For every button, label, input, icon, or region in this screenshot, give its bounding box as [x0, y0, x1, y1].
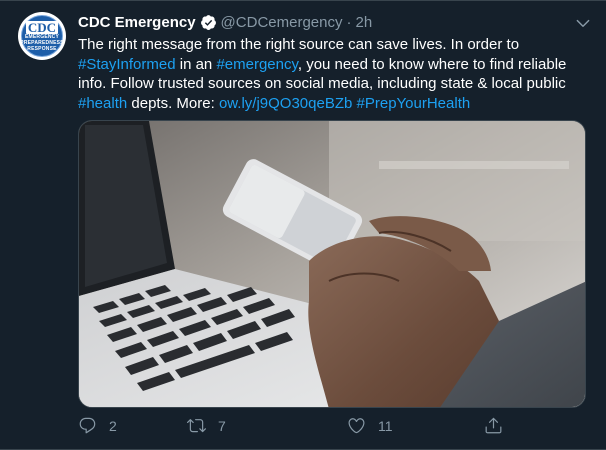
top-divider [0, 0, 606, 1]
timestamp[interactable]: 2h [355, 14, 372, 31]
chevron-down-icon[interactable] [574, 14, 592, 32]
like-count: 11 [378, 417, 393, 434]
retweet-button[interactable]: 7 [187, 416, 226, 435]
retweet-icon [187, 419, 206, 433]
hashtag-health[interactable]: #health [78, 95, 127, 112]
heart-icon [348, 418, 365, 434]
tweet-text-part: The right message from the right source … [78, 36, 520, 53]
verified-badge-icon [200, 14, 216, 30]
cdc-logo: CDC EMERGENCY PREPAREDNESS RESPONSE [20, 15, 64, 57]
tweet-text: The right message from the right source … [78, 35, 588, 113]
reply-count: 2 [109, 417, 117, 434]
share-icon [485, 417, 502, 434]
avatar[interactable]: CDC EMERGENCY PREPAREDNESS RESPONSE [18, 12, 66, 60]
like-button[interactable]: 11 [347, 416, 393, 435]
tweet-text-part: depts. More: [127, 94, 219, 112]
retweet-count: 7 [218, 417, 226, 434]
display-name[interactable]: CDC Emergency [78, 14, 196, 31]
photo-laptop-and-phone [79, 121, 585, 407]
reply-icon [79, 417, 96, 434]
handle[interactable]: @CDCemergency [221, 14, 343, 31]
share-button[interactable] [484, 416, 503, 435]
hashtag-prepyourhealth[interactable]: #PrepYourHealth [357, 95, 471, 112]
hashtag-emergency[interactable]: #emergency [216, 56, 297, 73]
avatar-line-3: RESPONSE [27, 45, 57, 52]
short-link[interactable]: ow.ly/j9QO30qeBZb [219, 95, 352, 112]
avatar-logo-text: CDC [25, 19, 59, 35]
tweet-text-part: in an [175, 55, 217, 73]
reply-button[interactable]: 2 [78, 416, 117, 435]
hashtag-stayinformed[interactable]: #StayInformed [78, 56, 176, 73]
tweet-actions: 2 7 11 [78, 416, 508, 440]
tweet-photo[interactable] [78, 120, 586, 408]
tweet-header: CDC Emergency @CDCemergency · 2h [78, 11, 372, 33]
separator-dot: · [346, 13, 352, 31]
